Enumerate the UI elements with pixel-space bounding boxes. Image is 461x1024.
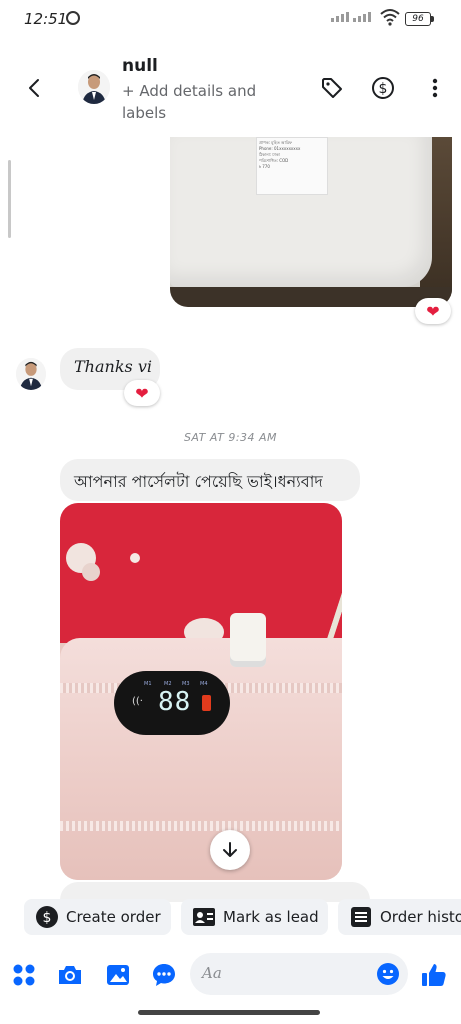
reaction-badge-thanks[interactable]: ❤ <box>124 380 160 406</box>
like-icon[interactable] <box>420 961 448 989</box>
heart-icon: ❤ <box>426 301 440 321</box>
input-placeholder: Aa <box>202 964 222 982</box>
more-vertical-icon[interactable] <box>423 76 447 100</box>
avatar[interactable] <box>78 70 110 104</box>
device-display: M1 M2 M3 M4 ((· 88 <box>114 671 230 735</box>
parcel-label: প্রাপক: মুহিত আরিফ Phone: 01xxxxxxxxx ঠি… <box>256 137 328 195</box>
mark-as-lead-button[interactable]: Mark as lead <box>181 899 328 935</box>
chip-label: Order history <box>380 908 461 926</box>
chat-bubble-icon[interactable] <box>150 961 178 989</box>
scroll-to-bottom-button[interactable] <box>210 830 250 870</box>
display-value: 88 <box>158 687 192 717</box>
camera-icon[interactable] <box>56 961 84 989</box>
floor <box>170 287 452 307</box>
arrow-down-icon <box>223 842 237 857</box>
reaction-badge[interactable]: ❤ <box>415 298 451 324</box>
battery-icon: 96 <box>405 12 431 26</box>
mode-label: M4 <box>200 681 208 687</box>
battery-indicator <box>202 695 211 711</box>
emoji-icon[interactable] <box>376 962 400 986</box>
chip-label: Mark as lead <box>223 908 319 926</box>
message-input[interactable]: Aa <box>190 953 408 995</box>
apps-icon[interactable] <box>10 961 38 989</box>
device-photo-message[interactable]: M1 M2 M3 M4 ((· 88 <box>60 503 342 880</box>
dollar-circle-icon: $ <box>36 906 58 928</box>
create-order-button[interactable]: $ Create order <box>24 899 171 935</box>
whatsapp-icon <box>66 11 80 25</box>
home-indicator[interactable] <box>138 1010 320 1015</box>
scrollbar[interactable] <box>8 160 11 238</box>
add-details-link[interactable]: + Add details and labels <box>122 80 292 124</box>
chip-label: Create order <box>66 908 161 926</box>
message-text: Thanks vi <box>74 357 152 376</box>
status-time: 12:51 <box>24 10 68 28</box>
contact-card-icon <box>193 906 215 928</box>
device-stitch <box>60 821 342 831</box>
wifi-icon <box>380 9 400 26</box>
svg-text:$: $ <box>379 81 388 97</box>
back-icon[interactable] <box>24 76 44 100</box>
message-timestamp: SAT AT 9:34 AM <box>183 431 278 444</box>
signal-icon <box>331 12 349 22</box>
heart-icon: ❤ <box>135 383 149 403</box>
sender-avatar[interactable] <box>16 358 46 390</box>
dollar-icon[interactable]: $ <box>371 76 395 100</box>
parcel-image-message[interactable]: প্রাপক: মুহিত আরিফ Phone: 01xxxxxxxxx ঠি… <box>170 137 452 307</box>
tag-icon[interactable] <box>320 76 344 100</box>
message-bubble-bengali[interactable]: আপনার পার্সেলটা পেয়েছি ভাই।ধন্যবাদ <box>60 459 360 501</box>
label-line: ৳ 770 <box>259 164 270 169</box>
order-history-button[interactable]: Order history <box>338 899 461 935</box>
gallery-icon[interactable] <box>104 961 132 989</box>
usb-plug <box>230 613 266 667</box>
battery-tip <box>431 16 434 22</box>
contact-name[interactable]: null <box>122 56 158 76</box>
message-text: আপনার পার্সেলটা পেয়েছি ভাই।ধন্যবাদ <box>74 472 323 491</box>
list-icon <box>350 906 372 928</box>
mode-label: M1 <box>144 681 152 687</box>
wave-icon: ((· <box>132 696 143 707</box>
svg-text:$: $ <box>43 910 52 926</box>
signal-icon-2 <box>353 12 371 22</box>
